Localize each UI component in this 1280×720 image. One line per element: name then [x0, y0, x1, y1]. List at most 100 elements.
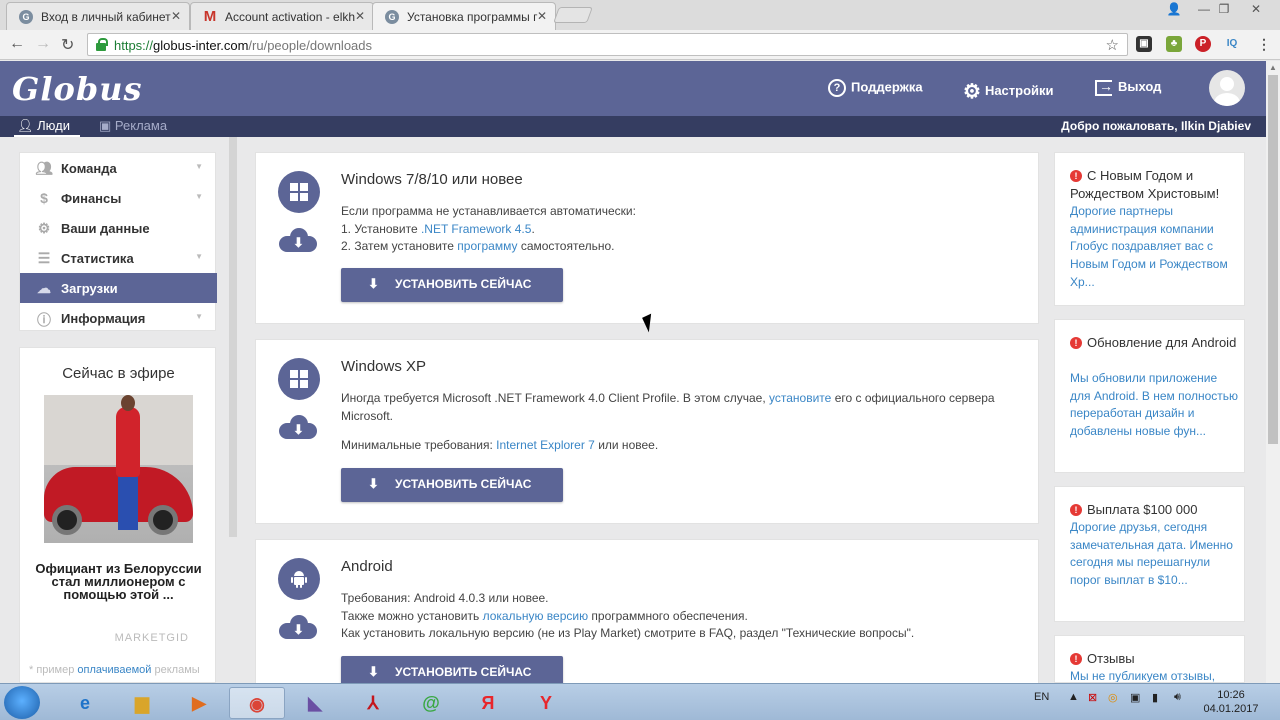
page-scrollbar[interactable]: ▲ [1266, 61, 1280, 683]
install-link[interactable]: установите [769, 391, 831, 405]
tray-app-icon[interactable]: ◎ [1108, 691, 1118, 704]
dollar-icon: $ [40, 190, 48, 206]
network-icon[interactable]: ▮ [1152, 691, 1158, 704]
clock-date: 04.01.2017 [1203, 703, 1259, 715]
support-link[interactable]: ? Поддержка [828, 79, 923, 97]
alert-icon: ! [1070, 337, 1082, 349]
iq-extension-icon[interactable]: IQ [1224, 36, 1240, 52]
start-button[interactable] [4, 686, 40, 719]
tab-people[interactable]: 👤︎ Люди [17, 118, 70, 134]
address-bar[interactable]: https://globus-inter.com/ru/people/downl… [87, 33, 1128, 56]
yandex-icon[interactable]: Я [460, 687, 516, 719]
news-body[interactable]: Мы обновили приложение для Android. В не… [1070, 370, 1240, 441]
sidebar-item-downloads[interactable]: ☁ Загрузки [20, 273, 217, 303]
close-icon[interactable]: ✕ [355, 9, 365, 23]
windows-taskbar: e ▆ ▶ ◉ ◣ ⅄ @ Я Y EN ▲ ⊠ ◎ ▣ ▮ 🔊︎ 10:26 … [0, 683, 1280, 720]
news-body[interactable]: Дорогие друзья, сегодня замечательная да… [1070, 519, 1240, 590]
sidebar-item-information[interactable]: ⓘ Информация ▼ [20, 303, 217, 333]
local-version-link[interactable]: локальную версию [483, 609, 589, 623]
news-title: ! Обновление для Android [1070, 334, 1240, 352]
button-label: УСТАНОВИТЬ СЕЙЧАС [395, 665, 532, 679]
news-item[interactable]: ! Отзывы Мы не публикуем отзывы, [1054, 635, 1245, 683]
internet-explorer-link[interactable]: Internet Explorer 7 [496, 438, 595, 452]
internet-explorer-icon[interactable]: e [57, 687, 113, 719]
logout-icon [1095, 78, 1113, 96]
media-player-icon[interactable]: ▶ [171, 687, 227, 719]
sidebar-item-statistics[interactable]: ☰ Статистика ▼ [20, 243, 217, 273]
news-body[interactable]: Дорогие партнеры администрация компании … [1070, 203, 1240, 292]
volume-icon[interactable]: 🔊︎ [1174, 691, 1181, 704]
sidebar-item-team[interactable]: 👥︎ Команда ▼ [20, 153, 217, 183]
language-indicator[interactable]: EN [1034, 691, 1049, 703]
program-link[interactable]: программу [457, 239, 517, 253]
scroll-up-icon[interactable]: ▲ [1269, 63, 1277, 72]
browser-tab-active[interactable]: G Установка программы г ✕ [372, 2, 556, 30]
browser-tab-gmail[interactable]: M Account activation - elkh ✕ [190, 2, 374, 30]
news-item[interactable]: ! Выплата $100 000 Дорогие друзья, сегодн… [1054, 486, 1245, 622]
windows-icon [278, 171, 320, 213]
reload-icon[interactable]: ↻ [61, 35, 74, 55]
instruction-line: Минимальные требования: Internet Explore… [341, 438, 659, 452]
settings-link[interactable]: ⚙ Настройки [963, 79, 1054, 104]
alert-icon: ! [1070, 504, 1082, 516]
extension-icon[interactable]: ♣ [1166, 36, 1182, 52]
card-title: Windows XP [341, 358, 427, 375]
ad-title: Сейчас в эфире [62, 365, 175, 382]
pinterest-icon[interactable]: P [1195, 36, 1211, 52]
android-icon [278, 558, 320, 600]
download-icon: ⬇ [368, 276, 379, 291]
instruction-line: Как установить локальную версию (не из P… [341, 626, 915, 640]
taskbar-clock[interactable]: 10:26 04.01.2017 [1199, 688, 1263, 716]
scrollbar-thumb[interactable] [1268, 75, 1278, 444]
tab-title: Вход в личный кабинет [41, 10, 171, 24]
mail-agent-icon[interactable]: @ [403, 687, 459, 719]
gear-icon: ⚙ [963, 81, 981, 103]
globus-logo[interactable]: Globus [12, 70, 142, 108]
tray-app-icon[interactable]: ⊠ [1088, 691, 1097, 704]
install-now-button-windows-xp[interactable]: ⬇ УСТАНОВИТЬ СЕЙЧАС [341, 468, 563, 502]
tab-advertising[interactable]: ▣ Реклама [99, 118, 167, 134]
browser-toolbar: ← → ↻ https://globus-inter.com/ru/people… [0, 30, 1280, 60]
close-icon[interactable]: ✕ [171, 9, 181, 23]
tray-expand-icon[interactable]: ▲ [1068, 691, 1079, 703]
close-icon[interactable]: ✕ [537, 9, 547, 23]
tray-app-icon[interactable]: ▣ [1130, 691, 1140, 704]
sidebar-scrollbar[interactable] [229, 137, 237, 537]
sidebar-menu: 👥︎ Команда ▼ $ Финансы ▼ ⚙ Ваши данные ☰… [19, 152, 217, 333]
acrobat-icon[interactable]: ⅄ [345, 687, 401, 719]
news-body[interactable]: Мы не публикуем отзывы, [1070, 668, 1240, 682]
sidebar-item-label: Информация [61, 311, 146, 326]
browser-tab-login[interactable]: G Вход в личный кабинет ✕ [6, 2, 190, 30]
extension-icon[interactable]: ▣ [1136, 36, 1152, 52]
instruction-line: 1. Установите .NET Framework 4.5. [341, 221, 535, 236]
news-item[interactable]: ! Обновление для Android Мы обновили прил… [1054, 319, 1245, 473]
menu-icon[interactable]: ⋮ [1256, 36, 1272, 52]
net-framework-link[interactable]: .NET Framework 4.5 [421, 222, 531, 236]
new-tab-button[interactable] [553, 7, 593, 23]
forward-arrow-icon[interactable]: → [35, 35, 51, 53]
user-icon[interactable]: 👤 [1160, 0, 1188, 18]
visual-studio-icon[interactable]: ◣ [287, 687, 343, 719]
instruction-line: Иногда требуется Microsoft .NET Framewor… [341, 391, 995, 405]
ad-footer-link[interactable]: оплачиваемой [77, 664, 151, 676]
logout-link[interactable]: Выход [1095, 78, 1161, 96]
button-label: УСТАНОВИТЬ СЕЙЧАС [395, 477, 532, 491]
avatar[interactable] [1209, 70, 1245, 106]
restore-button[interactable]: ❐ [1210, 0, 1238, 18]
card-title: Windows 7/8/10 или новее [341, 171, 523, 188]
ad-image[interactable] [44, 395, 193, 543]
sidebar-item-your-data[interactable]: ⚙ Ваши данные [20, 213, 217, 243]
sidebar-item-finance[interactable]: $ Финансы ▼ [20, 183, 217, 213]
bookmark-star-icon[interactable]: ☆ [1106, 36, 1119, 54]
news-title: ! С Новым Годом и Рождеством Христовым! [1070, 168, 1220, 201]
news-item[interactable]: ! С Новым Годом и Рождеством Христовым! Д… [1054, 152, 1245, 306]
cloud-download-icon: ⬇ [279, 415, 317, 439]
ad-headline[interactable]: Официант из Белоруссии стал миллионером … [30, 562, 207, 601]
window-close-button[interactable]: ✕ [1242, 0, 1270, 18]
yandex-browser-icon[interactable]: Y [518, 687, 574, 719]
chrome-icon[interactable]: ◉ [229, 687, 285, 719]
install-now-button-windows[interactable]: ⬇ УСТАНОВИТЬ СЕЙЧАС [341, 268, 563, 302]
back-arrow-icon[interactable]: ← [9, 35, 25, 53]
chevron-down-icon: ▼ [195, 252, 203, 261]
folder-icon[interactable]: ▆ [114, 687, 170, 719]
